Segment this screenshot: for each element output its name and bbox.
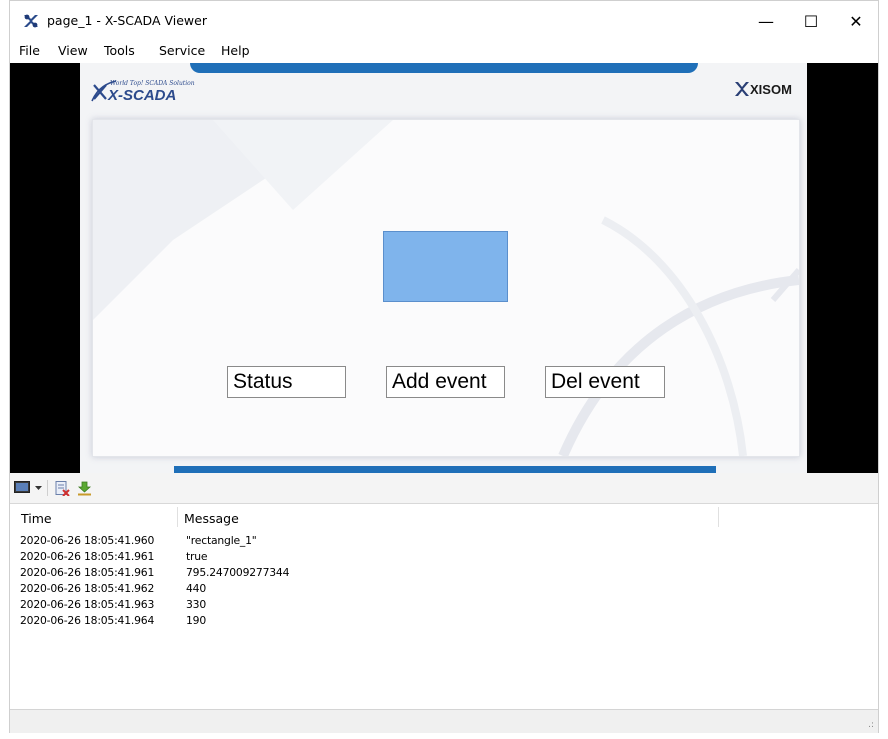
hmi-page: World Top! SCADA Solution X-SCADA XISOM … xyxy=(80,63,807,473)
column-header-time[interactable]: Time xyxy=(21,511,52,526)
x-scada-app-icon xyxy=(24,14,38,28)
rectangle-1[interactable] xyxy=(383,231,508,302)
minimize-button[interactable]: — xyxy=(743,1,789,41)
log-message: 330 xyxy=(186,598,207,611)
status-button[interactable]: Status xyxy=(227,366,346,398)
menu-help[interactable]: Help xyxy=(221,43,250,58)
log-row[interactable]: 2020-06-26 18:05:41.962 440 xyxy=(10,582,878,598)
logo-text: X-SCADA xyxy=(107,87,176,103)
log-row[interactable]: 2020-06-26 18:05:41.960 "rectangle_1" xyxy=(10,534,878,550)
resize-grip-icon[interactable]: .: xyxy=(868,720,874,730)
close-button[interactable]: ✕ xyxy=(833,1,879,41)
del-event-button[interactable]: Del event xyxy=(545,366,665,398)
event-log[interactable]: Time Message 2020-06-26 18:05:41.960 "re… xyxy=(10,504,878,709)
add-event-button[interactable]: Add event xyxy=(386,366,505,398)
content-panel: Status Add event Del event xyxy=(92,119,800,457)
monitor-icon[interactable] xyxy=(14,481,30,495)
maximize-button[interactable]: ☐ xyxy=(788,1,834,41)
logo-tagline: World Top! SCADA Solution xyxy=(110,80,195,87)
menu-bar: File View Tools Service Help xyxy=(10,41,878,63)
menu-tools[interactable]: Tools xyxy=(104,43,135,58)
title-bar[interactable]: page_1 - X-SCADA Viewer — ☐ ✕ xyxy=(10,1,878,41)
log-message: 440 xyxy=(186,582,207,595)
log-time: 2020-06-26 18:05:41.963 xyxy=(20,598,155,611)
log-message: 190 xyxy=(186,614,207,627)
menu-service[interactable]: Service xyxy=(159,43,205,58)
toolbar-separator xyxy=(47,480,48,496)
xisom-logo-text: XISOM xyxy=(750,82,792,97)
hmi-canvas: World Top! SCADA Solution X-SCADA XISOM … xyxy=(10,63,878,473)
xisom-logo: XISOM xyxy=(735,82,792,97)
log-time: 2020-06-26 18:05:41.961 xyxy=(20,550,155,563)
status-bar: .: xyxy=(10,709,878,733)
download-icon[interactable] xyxy=(77,481,92,496)
menu-view[interactable]: View xyxy=(58,43,88,58)
log-time: 2020-06-26 18:05:41.962 xyxy=(20,582,155,595)
log-row[interactable]: 2020-06-26 18:05:41.963 330 xyxy=(10,598,878,614)
log-header: Time Message xyxy=(10,504,878,528)
log-time: 2020-06-26 18:05:41.961 xyxy=(20,566,155,579)
x-scada-logo: World Top! SCADA Solution X-SCADA xyxy=(91,80,195,103)
log-toolbar xyxy=(10,473,878,504)
log-row[interactable]: 2020-06-26 18:05:41.964 190 xyxy=(10,614,878,630)
column-divider[interactable] xyxy=(177,507,178,527)
column-divider[interactable] xyxy=(718,507,719,527)
clear-log-icon[interactable] xyxy=(55,481,70,496)
dropdown-arrow-icon[interactable] xyxy=(35,486,42,491)
column-header-message[interactable]: Message xyxy=(184,511,239,526)
log-row[interactable]: 2020-06-26 18:05:41.961 795.247009277344 xyxy=(10,566,878,582)
log-time: 2020-06-26 18:05:41.960 xyxy=(20,534,155,547)
log-message: 795.247009277344 xyxy=(186,566,290,579)
log-message: true xyxy=(186,550,208,563)
footer-accent-bar xyxy=(174,466,716,473)
log-time: 2020-06-26 18:05:41.964 xyxy=(20,614,155,627)
log-message: "rectangle_1" xyxy=(186,534,257,547)
window-title: page_1 - X-SCADA Viewer xyxy=(47,13,207,28)
header-accent-bar xyxy=(190,63,698,73)
log-row[interactable]: 2020-06-26 18:05:41.961 true xyxy=(10,550,878,566)
menu-file[interactable]: File xyxy=(19,43,40,58)
viewer-window: page_1 - X-SCADA Viewer — ☐ ✕ File View … xyxy=(9,0,879,733)
